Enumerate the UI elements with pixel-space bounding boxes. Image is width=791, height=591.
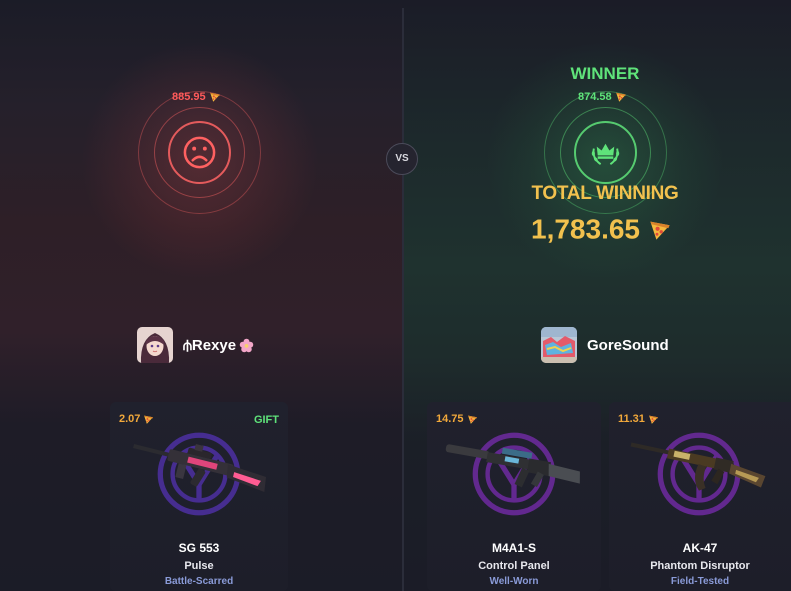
wear-condition: Battle-Scarred [164, 576, 234, 587]
pizza-icon [648, 414, 659, 425]
player-name: GoreSound [587, 336, 669, 354]
pizza-icon [648, 218, 672, 242]
avatar[interactable] [137, 327, 173, 363]
winner-player[interactable]: GoreSound [541, 327, 669, 363]
pizza-icon [615, 91, 627, 103]
weapon-name: SG 553 [178, 541, 220, 555]
total-winning-value: 1,783.65 [531, 212, 672, 246]
avatar[interactable] [541, 327, 577, 363]
item-card[interactable]: 2.07 GIFT SG 553 Pulse Battle-Scarred [110, 402, 288, 591]
panel-divider [402, 8, 404, 591]
item-price: 11.31 [618, 413, 659, 425]
skin-name: Phantom Disruptor [650, 560, 750, 572]
sad-face-icon [182, 135, 217, 170]
pizza-icon [143, 414, 154, 425]
player-name: ⫛Rexye [183, 336, 237, 354]
gift-badge: GIFT [253, 414, 279, 426]
pizza-icon [467, 414, 478, 425]
item-price: 14.75 [436, 413, 478, 425]
item-card[interactable]: 14.75 M4A1-S Control Panel Well-Worn [427, 402, 601, 591]
skin-name: Pulse [184, 560, 214, 572]
weapon-name: M4A1-S [491, 541, 536, 555]
crown-laurel-icon [588, 135, 623, 170]
weapon-name: AK-47 [682, 541, 718, 555]
skin-name: Control Panel [478, 560, 550, 572]
m4a1s-weapon-image [445, 444, 580, 488]
winner-amount: 874.58 [578, 91, 627, 103]
vs-badge: VS [386, 143, 418, 175]
winner-label: WINNER [570, 64, 640, 83]
item-card[interactable]: 11.31 AK-47 Phantom Disruptor Field-Test… [609, 402, 791, 591]
total-winning-label: TOTAL WINNING [531, 183, 679, 204]
ak47-weapon-image [630, 442, 766, 491]
loser-amount: 885.95 [172, 91, 221, 103]
loser-player[interactable]: ⫛Rexye [137, 327, 254, 363]
wear-condition: Well-Worn [489, 576, 539, 587]
flower-icon [239, 338, 254, 353]
pizza-icon [209, 91, 221, 103]
wear-condition: Field-Tested [670, 576, 730, 587]
item-price: 2.07 [119, 413, 154, 425]
sg553-weapon-image [133, 444, 267, 493]
